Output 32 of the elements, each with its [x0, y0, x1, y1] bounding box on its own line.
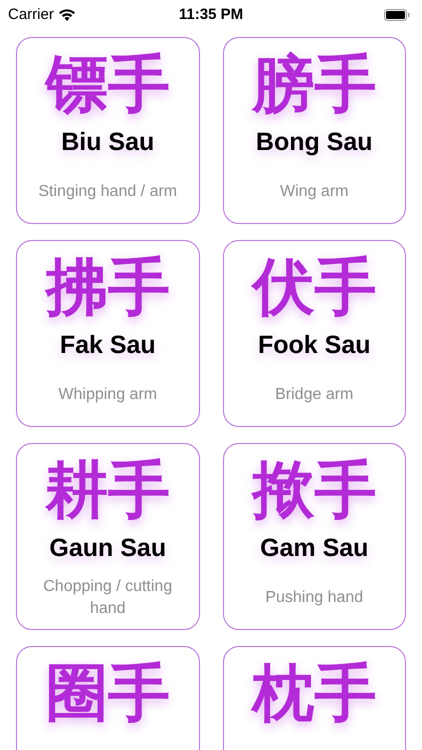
chinese-characters: 拂手	[46, 249, 170, 325]
technique-name: Biu Sau	[61, 127, 154, 158]
wifi-icon	[58, 9, 75, 21]
chinese-characters: 伏手	[252, 249, 376, 325]
technique-card[interactable]: 镖手 Biu Sau Stinging hand / arm	[16, 37, 200, 224]
battery-icon	[384, 9, 410, 21]
technique-card[interactable]: 拂手 Fak Sau Whipping arm	[16, 240, 200, 427]
technique-name: Gaun Sau	[49, 533, 166, 564]
technique-meaning: Chopping / cutting hand	[42, 576, 174, 618]
technique-card[interactable]: 揿手 Gam Sau Pushing hand	[222, 443, 406, 630]
chinese-characters: 揿手	[252, 452, 376, 528]
technique-meaning: Whipping arm	[58, 384, 158, 404]
chinese-characters: 耕手	[46, 452, 170, 528]
technique-meaning: Pushing hand	[265, 588, 364, 608]
chinese-characters: 镖手	[46, 46, 170, 122]
technique-name: Gam Sau	[260, 533, 368, 564]
technique-meaning: Bridge arm	[275, 384, 354, 404]
carrier-label: Carrier	[8, 4, 54, 25]
technique-card[interactable]: 耕手 Gaun Sau Chopping / cutting hand	[16, 443, 200, 630]
chinese-characters: 圈手	[46, 655, 170, 731]
technique-card[interactable]: 枕手	[222, 646, 406, 750]
technique-name: Fak Sau	[60, 330, 156, 361]
technique-name: Bong Sau	[256, 127, 373, 158]
chinese-characters: 膀手	[252, 46, 376, 122]
clock-time: 11:35 PM	[178, 4, 244, 25]
technique-name: Fook Sau	[258, 330, 370, 361]
technique-card[interactable]: 伏手 Fook Sau Bridge arm	[222, 240, 406, 427]
technique-card[interactable]: 圈手	[16, 646, 200, 750]
technique-meaning: Wing arm	[280, 182, 348, 202]
technique-card[interactable]: 膀手 Bong Sau Wing arm	[222, 37, 406, 224]
technique-meaning: Stinging hand / arm	[38, 182, 178, 202]
chinese-characters: 枕手	[252, 655, 376, 731]
